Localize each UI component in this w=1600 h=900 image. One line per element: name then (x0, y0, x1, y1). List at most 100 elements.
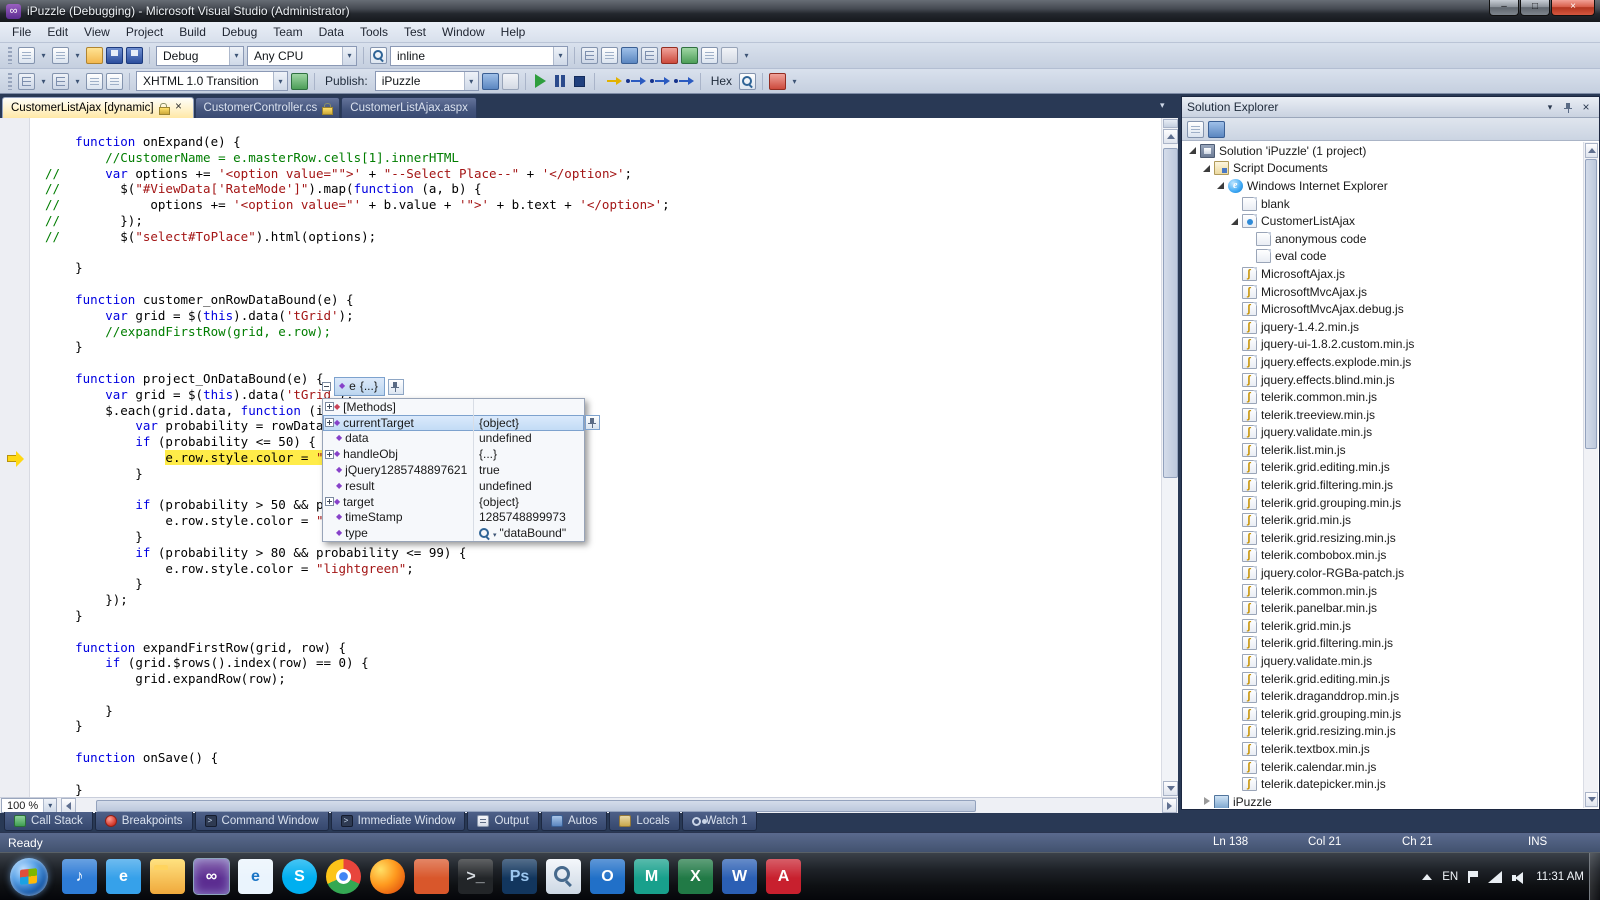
panel-tab-autos[interactable]: Autos (541, 812, 608, 831)
combo-dropdown-icon[interactable] (463, 72, 478, 90)
editor-splitter-handle[interactable] (1163, 119, 1178, 128)
document-tab-2[interactable]: CustomerController.cs (194, 97, 341, 118)
network-icon[interactable] (1488, 871, 1503, 883)
combo-dropdown-icon[interactable] (342, 46, 356, 65)
panel-tab-locals[interactable]: Locals (609, 812, 680, 831)
menu-edit[interactable]: Edit (39, 22, 76, 42)
refresh-icon[interactable] (1208, 120, 1225, 138)
format-document-icon[interactable] (18, 72, 35, 90)
firefox[interactable] (370, 859, 405, 894)
datatip-row[interactable]: ◆ [Methods] (323, 399, 584, 415)
expand-icon[interactable] (325, 449, 334, 459)
toolbox-icon[interactable] (641, 47, 658, 64)
internet-explorer-2[interactable]: e (238, 859, 273, 894)
tree-item[interactable]: Solution 'iPuzzle' (1 project) (1183, 142, 1583, 160)
collapse-icon[interactable] (322, 382, 331, 391)
magnifier-icon[interactable] (479, 527, 490, 539)
properties-window-icon[interactable] (601, 47, 618, 64)
error-list-icon[interactable] (661, 47, 678, 64)
tree-item[interactable]: jquery.validate.min.js (1183, 652, 1583, 670)
tree-item[interactable]: MicrosoftMvcAjax.debug.js (1183, 300, 1583, 318)
tree-item[interactable]: telerik.grid.filtering.min.js (1183, 635, 1583, 653)
code-editor[interactable]: function onExpand(e) { //CustomerName = … (0, 118, 1178, 797)
tree-item[interactable]: eval code (1183, 248, 1583, 266)
tree-item[interactable]: telerik.common.min.js (1183, 582, 1583, 600)
clock[interactable]: 11:31 AM (1536, 871, 1584, 883)
indent-icon[interactable] (86, 72, 103, 90)
panel-tab-output[interactable]: Output (467, 812, 539, 831)
tree-item[interactable]: anonymous code (1183, 230, 1583, 248)
horizontal-scroll-thumb[interactable] (96, 799, 977, 812)
datatip-row[interactable]: ◆ currentTarget {object} (323, 414, 600, 431)
tree-item[interactable]: jquery.effects.blind.min.js (1183, 371, 1583, 389)
publish-target-combo[interactable]: iPuzzle (374, 71, 479, 91)
window-position-menu-icon[interactable] (1542, 100, 1558, 115)
view-in-browser-icon[interactable] (501, 72, 519, 90)
new-project-dropdown-icon[interactable] (38, 47, 49, 64)
visual-studio[interactable]: ∞ (194, 859, 229, 894)
solution-platform-combo[interactable]: Any CPU (247, 45, 357, 66)
panel-tab-breakpoints[interactable]: Breakpoints (94, 812, 193, 831)
scroll-down-button[interactable] (1163, 781, 1178, 796)
datatip-row[interactable]: ◆ target {object} (323, 494, 584, 510)
solution-explorer-icon[interactable] (581, 47, 598, 64)
panel-tab-immediate-window[interactable]: Immediate Window (330, 812, 466, 831)
windows-media-player[interactable]: ♪ (62, 859, 97, 894)
tree-expander-icon[interactable] (1187, 145, 1198, 156)
combo-dropdown-icon[interactable] (43, 799, 57, 812)
visualizer-dropdown-icon[interactable] (493, 526, 497, 540)
panel-tab-watch[interactable]: Watch 1 (681, 812, 758, 831)
toolbar-grip[interactable] (8, 72, 12, 90)
document-list-dropdown-icon[interactable] (1160, 100, 1165, 111)
tree-item[interactable]: Script Documents (1183, 160, 1583, 178)
pin-member-button[interactable] (585, 414, 600, 430)
outline-dropdown-icon[interactable] (72, 73, 83, 90)
tree-item[interactable]: telerik.grid.filtering.min.js (1183, 476, 1583, 494)
scroll-up-button[interactable] (1163, 129, 1178, 144)
tree-item[interactable]: telerik.common.min.js (1183, 388, 1583, 406)
panel-tab-command-window[interactable]: Command Window (194, 812, 329, 831)
solution-explorer-header[interactable]: Solution Explorer (1182, 97, 1599, 118)
show-hidden-icons-icon[interactable] (1422, 874, 1433, 880)
tree-item[interactable]: telerik.grid.min.js (1183, 511, 1583, 529)
vertical-scroll-thumb[interactable] (1163, 148, 1178, 478)
datatip-expression[interactable]: ◆ e {...} (334, 377, 385, 396)
tree-item[interactable]: jquery-ui-1.8.2.custom.min.js (1183, 336, 1583, 354)
find-combo[interactable]: inline (390, 45, 568, 66)
datatip-row[interactable]: ◆ handleObj {...} (323, 446, 584, 462)
tree-item[interactable]: telerik.grid.min.js (1183, 617, 1583, 635)
open-file-icon[interactable] (86, 47, 103, 64)
menu-window[interactable]: Window (434, 22, 493, 42)
expand-icon[interactable] (325, 497, 334, 507)
datatip-header[interactable]: ◆ e {...} (322, 377, 585, 396)
maximize-button[interactable]: □ (1520, 0, 1550, 16)
menu-test[interactable]: Test (396, 22, 434, 42)
tree-item[interactable]: jquery.effects.explode.min.js (1183, 353, 1583, 371)
tree-expander-icon[interactable] (1215, 180, 1226, 191)
tree-item[interactable]: MicrosoftMvcAjax.js (1183, 283, 1583, 301)
action-center-icon[interactable] (1468, 871, 1479, 883)
thunderbird[interactable] (414, 859, 449, 894)
save-all-icon[interactable] (126, 47, 143, 64)
menu-tools[interactable]: Tools (352, 22, 396, 42)
document-outline-icon[interactable] (52, 72, 69, 90)
tree-item[interactable]: blank (1183, 195, 1583, 213)
scroll-up-button[interactable] (1585, 143, 1598, 158)
document-tab-3[interactable]: CustomerListAjax.aspx (341, 97, 477, 118)
tree-item[interactable]: jquery-1.4.2.min.js (1183, 318, 1583, 336)
step-out-icon[interactable] (673, 77, 694, 85)
menu-debug[interactable]: Debug (214, 22, 265, 42)
tree-item[interactable]: telerik.calendar.min.js (1183, 758, 1583, 776)
menu-team[interactable]: Team (265, 22, 310, 42)
tree-expander-icon[interactable] (1201, 796, 1212, 807)
menu-build[interactable]: Build (171, 22, 214, 42)
document-tab-1[interactable]: CustomerListAjax [dynamic] (2, 97, 194, 118)
adobe-reader[interactable]: A (766, 859, 801, 894)
tree-item[interactable]: jquery.color-RGBa-patch.js (1183, 564, 1583, 582)
vertical-scroll-thumb[interactable] (1585, 159, 1597, 449)
object-browser-icon[interactable] (621, 47, 638, 64)
team-explorer-icon[interactable] (701, 47, 718, 64)
tree-item[interactable]: telerik.grid.grouping.min.js (1183, 494, 1583, 512)
datatip-row[interactable]: ◆ result undefined (323, 478, 584, 494)
new-project-icon[interactable] (18, 47, 35, 64)
